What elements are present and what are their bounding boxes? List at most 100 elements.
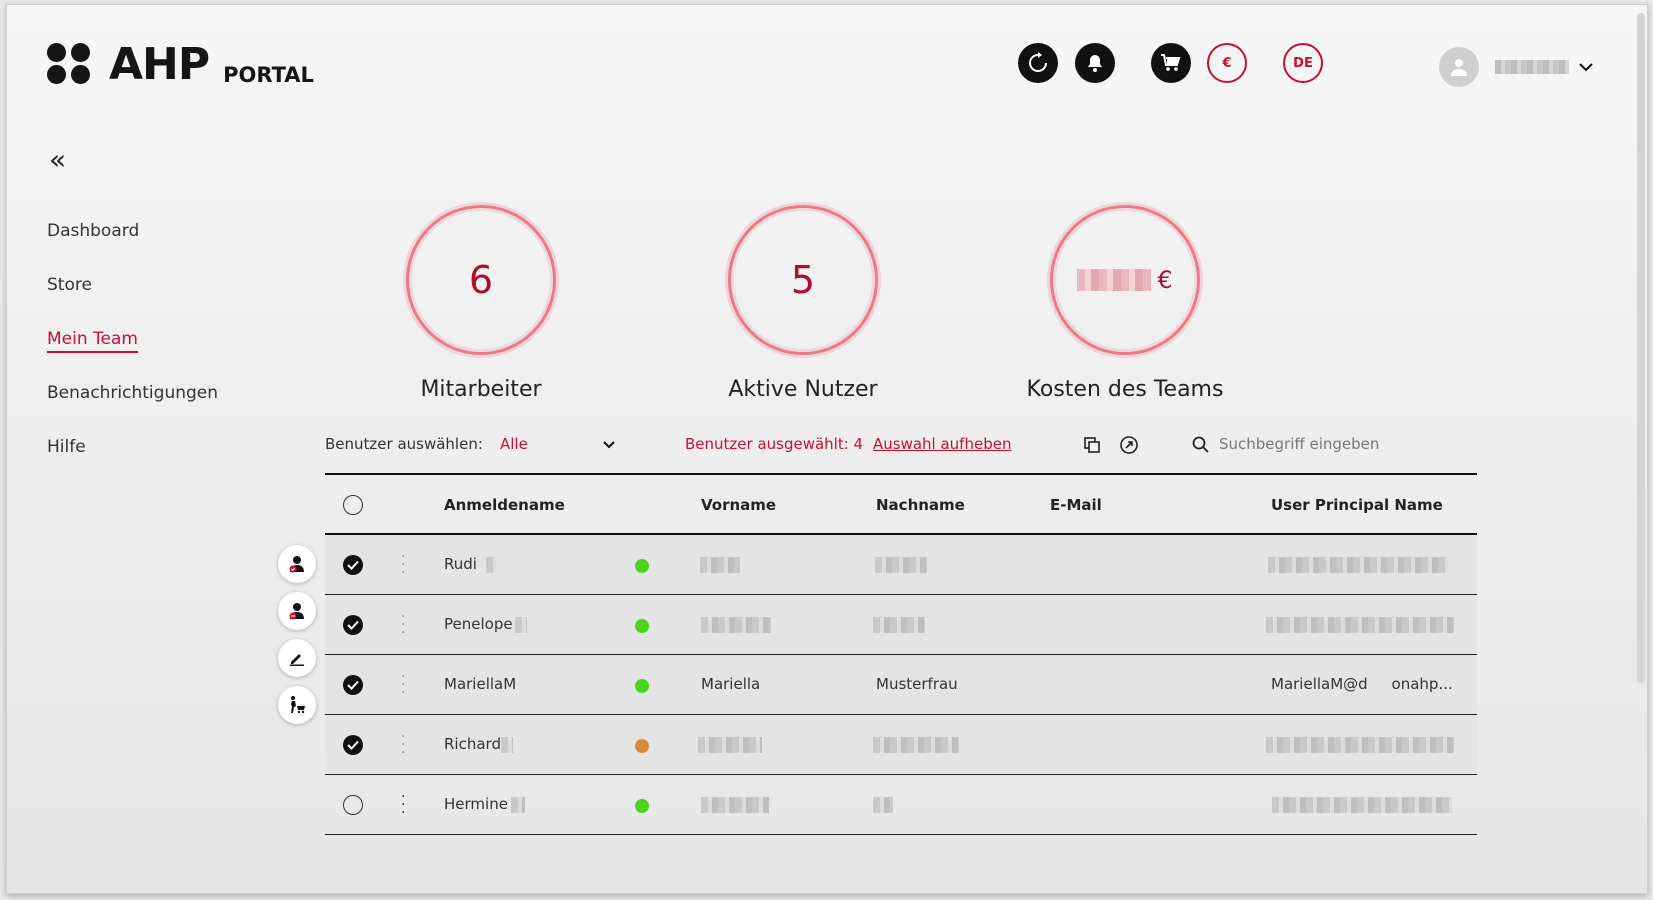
redacted xyxy=(1268,557,1448,573)
notifications-button[interactable] xyxy=(1075,43,1115,83)
row-checkbox[interactable] xyxy=(343,555,363,575)
search-input[interactable] xyxy=(1219,435,1439,453)
redacted xyxy=(873,617,925,633)
team-table: Anmeldename Vorname Nachname E-Mail User… xyxy=(325,473,1477,835)
redacted xyxy=(701,797,769,813)
assign-products-button[interactable] xyxy=(278,686,316,724)
cell-login: Rudi xyxy=(444,555,477,573)
stat-team-cost-value: € xyxy=(1050,205,1200,355)
sidebar-nav: Dashboard Store Mein Team Benachrichtigu… xyxy=(47,221,218,491)
redacted xyxy=(698,737,762,753)
deselect-link[interactable]: Auswahl aufheben xyxy=(873,435,1011,453)
cart-button[interactable] xyxy=(1151,43,1191,83)
search-icon xyxy=(1192,436,1209,453)
stat-employees: 6 Mitarbeiter xyxy=(351,205,611,402)
redacted xyxy=(873,797,893,813)
currency-button[interactable]: € xyxy=(1207,43,1247,83)
cell-upn: MariellaM@d onahp... xyxy=(1271,675,1453,693)
sidebar-item-mein-team[interactable]: Mein Team xyxy=(47,329,218,383)
refresh-button[interactable] xyxy=(1018,43,1058,83)
bell-icon xyxy=(1088,55,1102,72)
redacted xyxy=(1266,617,1454,633)
language-button[interactable]: DE xyxy=(1283,43,1323,83)
activate-user-button[interactable] xyxy=(278,545,316,583)
sidebar-item-label: Mein Team xyxy=(47,329,138,353)
user-select-label: Benutzer auswählen: xyxy=(325,435,483,453)
table-toolbar: Benutzer auswählen: Alle Benutzer ausgew… xyxy=(325,435,1477,459)
logo-subtitle: PORTAL xyxy=(223,63,314,87)
redacted xyxy=(701,617,771,633)
person-cart-icon xyxy=(291,696,305,714)
stat-employees-value: 6 xyxy=(406,205,556,355)
sidebar-item-benachrichtigungen[interactable]: Benachrichtigungen xyxy=(47,383,218,437)
table-row[interactable]: · · · MariellaM Mariella Musterfrau Mariel… xyxy=(325,655,1477,715)
pencil-icon xyxy=(290,654,304,666)
scrollbar[interactable] xyxy=(1637,13,1645,683)
cell-first-name: Mariella xyxy=(701,675,761,693)
user-select-dropdown[interactable]: Alle xyxy=(500,435,528,453)
row-menu-icon[interactable]: · · · xyxy=(401,550,405,580)
copy-icon[interactable] xyxy=(1083,436,1101,458)
app-window: AHP PORTAL € DE « Dashboard Store Mein T… xyxy=(6,4,1648,894)
redacted xyxy=(875,557,927,573)
search-box[interactable] xyxy=(1192,435,1439,453)
sidebar-item-store[interactable]: Store xyxy=(47,275,218,329)
chevron-down-icon xyxy=(1579,58,1593,77)
column-header-vorname[interactable]: Vorname xyxy=(701,496,776,514)
redacted xyxy=(1266,737,1454,753)
column-header-email[interactable]: E-Mail xyxy=(1050,496,1102,514)
avatar xyxy=(1439,47,1479,87)
column-header-upn[interactable]: User Principal Name xyxy=(1271,496,1443,514)
redacted xyxy=(486,557,496,573)
table-row[interactable]: · · · Hermine xyxy=(325,775,1477,835)
select-all-checkbox[interactable] xyxy=(343,495,363,515)
edit-user-button[interactable] xyxy=(278,639,316,677)
cart-icon xyxy=(1161,54,1181,71)
row-checkbox[interactable] xyxy=(343,615,363,635)
row-menu-icon[interactable]: · · · xyxy=(401,610,405,640)
redacted xyxy=(873,737,959,753)
cell-login: MariellaM xyxy=(444,675,517,693)
cell-last-name: Musterfrau xyxy=(876,675,958,693)
selected-count: Benutzer ausgewählt: 4 xyxy=(685,435,864,453)
table-row[interactable]: · · · Richard xyxy=(325,715,1477,775)
row-checkbox[interactable] xyxy=(343,795,363,815)
table-header: Anmeldename Vorname Nachname E-Mail User… xyxy=(325,473,1477,535)
user-deactivate-icon xyxy=(289,603,304,620)
sidebar-item-label: Hilfe xyxy=(47,437,86,457)
table-row[interactable]: · · · Rudi xyxy=(325,535,1477,595)
cell-login: Penelope xyxy=(444,615,513,633)
row-menu-icon[interactable]: · · · xyxy=(401,730,405,760)
redacted xyxy=(511,797,525,813)
logo-mark: AHP xyxy=(109,39,210,90)
status-dot-pending xyxy=(635,739,649,753)
row-checkbox[interactable] xyxy=(343,675,363,695)
deactivate-user-button[interactable] xyxy=(278,592,316,630)
user-menu[interactable] xyxy=(1439,47,1593,87)
table-row[interactable]: · · · Penelope xyxy=(325,595,1477,655)
user-activate-icon xyxy=(289,556,304,573)
ahp-portal-logo[interactable]: AHP PORTAL xyxy=(47,43,314,87)
sidebar-item-label: Benachrichtigungen xyxy=(47,383,219,403)
status-dot-active xyxy=(635,799,649,813)
export-icon[interactable] xyxy=(1119,435,1139,459)
column-header-nachname[interactable]: Nachname xyxy=(876,496,965,514)
sidebar-item-dashboard[interactable]: Dashboard xyxy=(47,221,218,275)
column-header-anmeldename[interactable]: Anmeldename xyxy=(444,496,565,514)
cell-login: Hermine xyxy=(444,795,508,813)
redacted xyxy=(501,737,513,753)
collapse-sidebar-button[interactable]: « xyxy=(49,143,66,176)
cell-login: Richard xyxy=(444,735,501,753)
row-menu-icon[interactable]: · · · xyxy=(401,670,405,700)
row-menu-icon[interactable]: · · · xyxy=(401,790,405,820)
chevron-down-icon[interactable] xyxy=(603,435,615,453)
sidebar-item-label: Store xyxy=(47,275,92,295)
row-checkbox[interactable] xyxy=(343,735,363,755)
redacted xyxy=(1272,797,1452,813)
sidebar-item-hilfe[interactable]: Hilfe xyxy=(47,437,218,491)
cost-redacted xyxy=(1077,269,1152,291)
user-icon xyxy=(1451,59,1467,76)
stat-active-users-value: 5 xyxy=(728,205,878,355)
stat-active-users-label: Aktive Nutzer xyxy=(728,377,878,402)
redacted xyxy=(700,557,740,573)
